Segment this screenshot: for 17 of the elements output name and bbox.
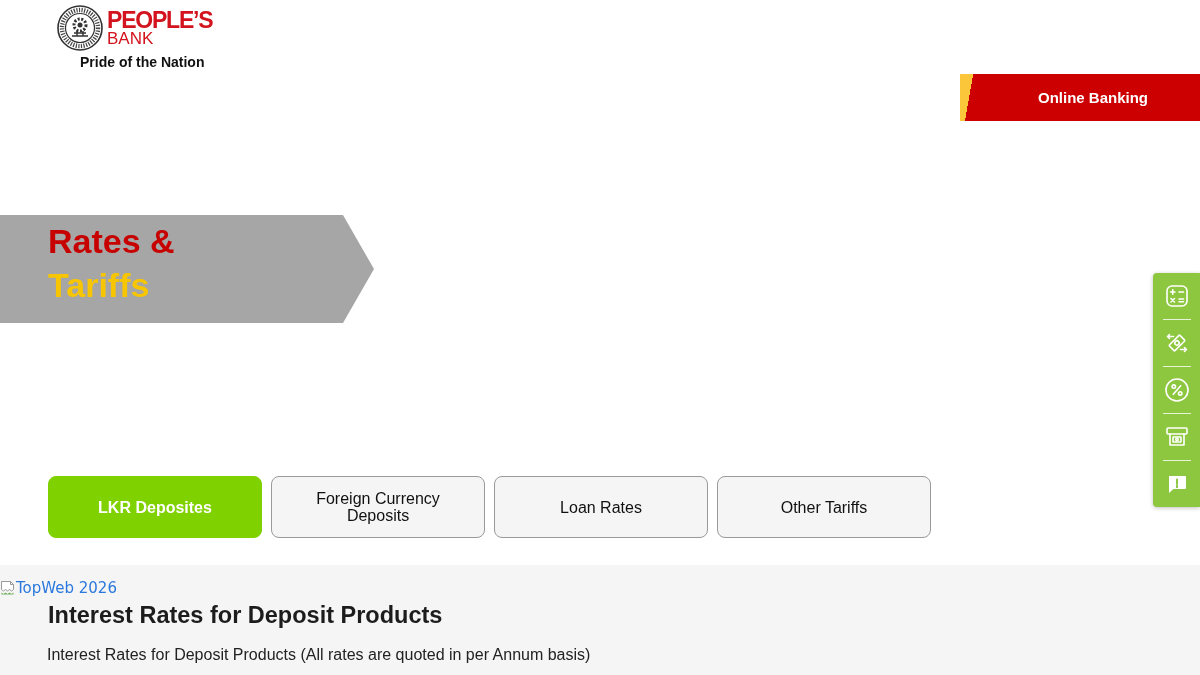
seal-emblem-icon — [57, 5, 103, 51]
tab[interactable]: Other Tariffs — [717, 476, 931, 538]
section-heading: Interest Rates for Deposit Products — [48, 601, 443, 629]
tab[interactable]: Foreign Currency Deposits — [271, 476, 485, 538]
page-title: Tariffs — [48, 265, 150, 306]
banknote-arrows-icon — [1164, 331, 1189, 355]
logo-tagline: Pride of the Nation — [80, 54, 205, 71]
logo-wordmark: BANK — [107, 31, 154, 47]
image-alt-link[interactable]: TopWeb 2026 — [0, 578, 117, 598]
page-title: Rates & — [48, 221, 175, 262]
cash-machine-icon — [1164, 425, 1189, 449]
tab[interactable]: Loan Rates — [494, 476, 708, 538]
logo-wordmark: PEOPLE’S — [107, 9, 213, 31]
section-description: Interest Rates for Deposit Products (All rates are quoted in per Annum basis) — [47, 645, 591, 665]
percent-icon — [1164, 378, 1189, 402]
calculator-icon — [1164, 284, 1189, 308]
online-banking-button[interactable]: Online Banking — [960, 74, 1200, 121]
